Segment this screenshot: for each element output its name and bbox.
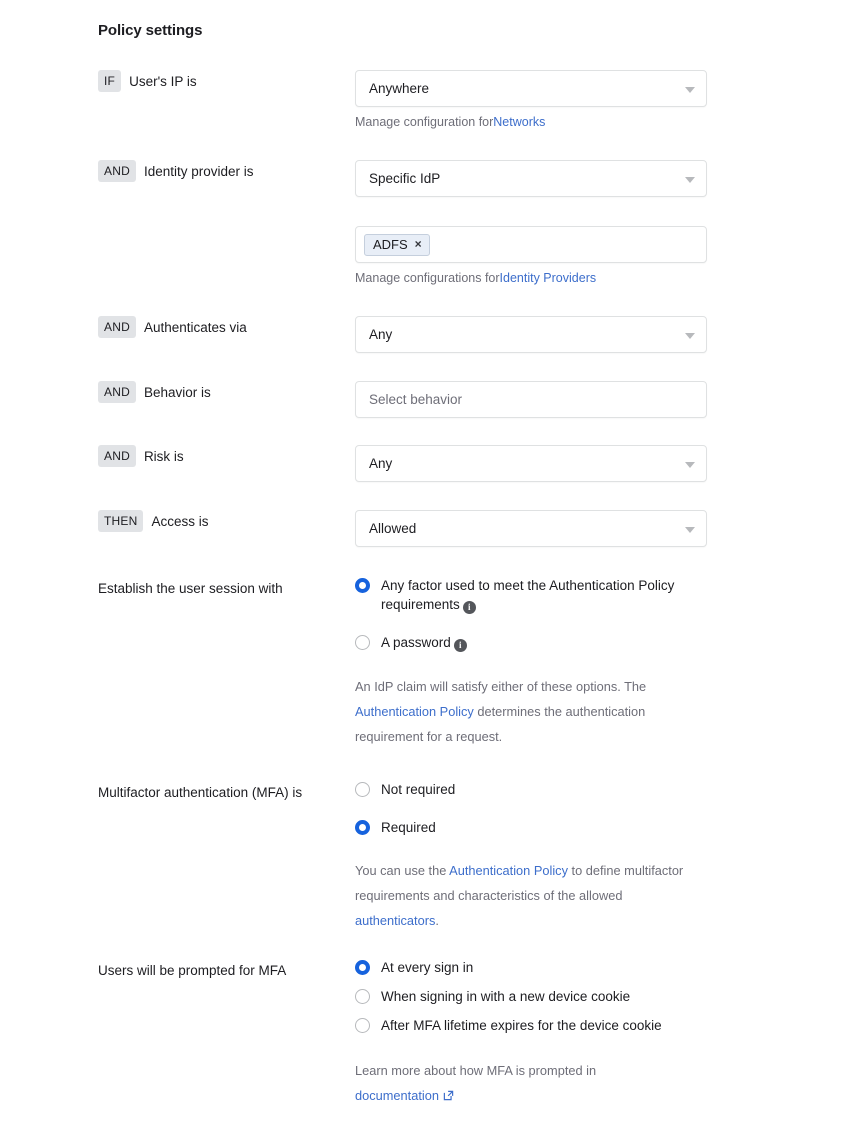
authenticators-link[interactable]: authenticators — [355, 913, 435, 928]
condition-control-group: Anywhere Manage configuration forNetwork… — [355, 70, 707, 131]
radio-icon[interactable] — [355, 578, 370, 593]
mfa-option-required[interactable]: Required — [355, 818, 707, 837]
prompt-note: Learn more about how MFA is prompted in … — [355, 1058, 655, 1108]
info-icon[interactable]: i — [454, 639, 467, 652]
user-ip-helper-text: Manage configuration forNetworks — [355, 114, 707, 131]
user-ip-select[interactable]: Anywhere — [355, 70, 707, 107]
condition-badge-and: AND — [98, 445, 136, 467]
helper-text: Manage configurations for — [355, 271, 500, 285]
session-label-group: Establish the user session with — [98, 576, 348, 601]
condition-badge-and: AND — [98, 160, 136, 182]
behavior-input-value: Select behavior — [369, 392, 462, 407]
condition-badge-and: AND — [98, 316, 136, 338]
chevron-down-icon — [685, 527, 695, 533]
condition-label-group: AND Behavior is — [98, 381, 348, 403]
mfa-label-group: Multifactor authentication (MFA) is — [98, 780, 348, 805]
prompt-option-every-sign-in[interactable]: At every sign in — [355, 958, 707, 977]
condition-label: User's IP is — [129, 74, 197, 89]
session-label: Establish the user session with — [98, 576, 328, 601]
info-icon[interactable]: i — [463, 601, 476, 614]
session-options-group: Any factor used to meet the Authenticati… — [355, 576, 707, 749]
prompt-option-label: After MFA lifetime expires for the devic… — [381, 1016, 662, 1035]
condition-badge-then: THEN — [98, 510, 143, 532]
condition-label-group: AND Risk is — [98, 445, 348, 467]
chevron-down-icon — [685, 177, 695, 183]
chevron-down-icon — [685, 462, 695, 468]
chevron-down-icon — [685, 87, 695, 93]
policy-settings-page: Policy settings IF User's IP is Anywhere… — [0, 0, 844, 1146]
risk-select-value: Any — [369, 456, 392, 471]
session-option-password[interactable]: A passwordi — [355, 633, 707, 652]
radio-icon[interactable] — [355, 635, 370, 650]
authentication-policy-link[interactable]: Authentication Policy — [355, 704, 474, 719]
radio-icon[interactable] — [355, 820, 370, 835]
condition-control-group: Any — [355, 316, 707, 353]
condition-control-group: Specific IdP ADFS × Manage configuration… — [355, 160, 707, 287]
prompt-options-group: At every sign in When signing in with a … — [355, 958, 707, 1108]
condition-badge-and: AND — [98, 381, 136, 403]
prompt-option-new-device-cookie[interactable]: When signing in with a new device cookie — [355, 987, 707, 1006]
identity-provider-token-input[interactable]: ADFS × — [355, 226, 707, 263]
condition-label-group: AND Identity provider is — [98, 160, 348, 182]
mfa-note: You can use the Authentication Policy to… — [355, 858, 707, 933]
token-label: ADFS — [373, 238, 408, 251]
condition-badge-if: IF — [98, 70, 121, 92]
condition-label-group: THEN Access is — [98, 510, 348, 532]
prompt-option-mfa-lifetime[interactable]: After MFA lifetime expires for the devic… — [355, 1016, 707, 1035]
note-text: . — [435, 913, 439, 928]
note-text: You can use the — [355, 863, 449, 878]
page-title: Policy settings — [98, 22, 202, 39]
prompt-option-label: At every sign in — [381, 958, 473, 977]
condition-control-group: Allowed — [355, 510, 707, 547]
radio-icon[interactable] — [355, 1018, 370, 1033]
note-text: An IdP claim will satisfy either of thes… — [355, 679, 646, 694]
chevron-down-icon — [685, 333, 695, 339]
note-text: Learn more about how MFA is prompted in — [355, 1063, 596, 1078]
condition-label: Access is — [151, 514, 208, 529]
authenticates-via-select[interactable]: Any — [355, 316, 707, 353]
identity-provider-helper-text: Manage configurations forIdentity Provid… — [355, 270, 707, 287]
condition-label: Behavior is — [144, 385, 211, 400]
access-select-value: Allowed — [369, 521, 416, 536]
mfa-options-group: Not required Required You can use the Au… — [355, 780, 707, 933]
close-icon[interactable]: × — [415, 238, 422, 250]
condition-label-group: IF User's IP is — [98, 70, 348, 92]
session-option-any-factor[interactable]: Any factor used to meet the Authenticati… — [355, 576, 707, 614]
condition-label: Authenticates via — [144, 320, 247, 335]
authenticates-via-select-value: Any — [369, 327, 392, 342]
mfa-option-label: Not required — [381, 780, 455, 799]
condition-label-group: AND Authenticates via — [98, 316, 348, 338]
radio-icon[interactable] — [355, 960, 370, 975]
condition-control-group: Select behavior — [355, 381, 707, 418]
mfa-option-not-required[interactable]: Not required — [355, 780, 707, 799]
prompt-label: Users will be prompted for MFA — [98, 958, 328, 983]
session-note: An IdP claim will satisfy either of thes… — [355, 674, 707, 749]
external-link-icon — [443, 1090, 454, 1101]
networks-link[interactable]: Networks — [493, 115, 545, 129]
mfa-label: Multifactor authentication (MFA) is — [98, 780, 328, 805]
condition-label: Identity provider is — [144, 164, 254, 179]
condition-control-group: Any — [355, 445, 707, 482]
identity-provider-select-value: Specific IdP — [369, 171, 440, 186]
documentation-link[interactable]: documentation — [355, 1088, 439, 1103]
behavior-input[interactable]: Select behavior — [355, 381, 707, 418]
authentication-policy-link[interactable]: Authentication Policy — [449, 863, 568, 878]
mfa-option-label: Required — [381, 818, 436, 837]
token-adfs[interactable]: ADFS × — [364, 234, 430, 256]
radio-icon[interactable] — [355, 989, 370, 1004]
risk-select[interactable]: Any — [355, 445, 707, 482]
radio-icon[interactable] — [355, 782, 370, 797]
identity-provider-select[interactable]: Specific IdP — [355, 160, 707, 197]
prompt-label-group: Users will be prompted for MFA — [98, 958, 348, 983]
helper-text: Manage configuration for — [355, 115, 493, 129]
access-select[interactable]: Allowed — [355, 510, 707, 547]
condition-label: Risk is — [144, 449, 184, 464]
session-option-label: A passwordi — [381, 633, 467, 652]
identity-providers-link[interactable]: Identity Providers — [500, 271, 597, 285]
user-ip-select-value: Anywhere — [369, 81, 429, 96]
session-option-label: Any factor used to meet the Authenticati… — [381, 576, 707, 614]
prompt-option-label: When signing in with a new device cookie — [381, 987, 630, 1006]
